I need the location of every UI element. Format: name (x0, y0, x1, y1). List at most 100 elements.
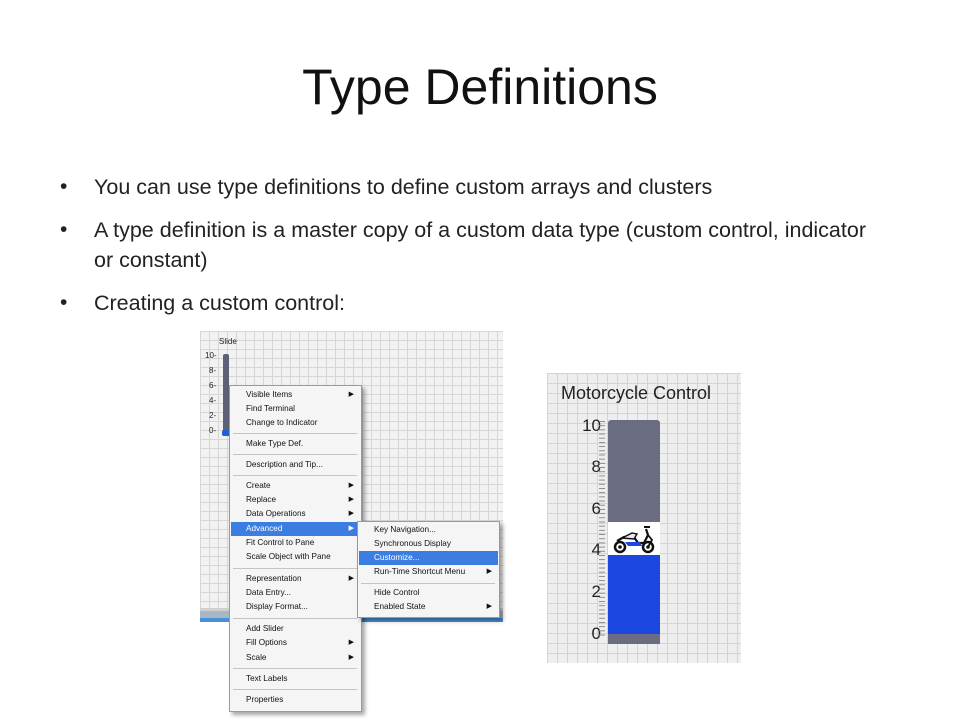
menu-item-label: Representation (246, 574, 302, 583)
submenu-item-label: Hide Control (374, 588, 420, 597)
menu-item-label: Change to Indicator (246, 418, 318, 427)
menu-item-create[interactable]: Create ▶ (231, 479, 360, 493)
menu-item-label: Scale Object with Pane (246, 552, 331, 561)
menu-item-label: Visible Items (246, 390, 293, 399)
slide-tick-label: 4- (209, 396, 217, 405)
context-menu: Visible Items ▶ Find Terminal Change to I… (229, 385, 362, 712)
submenu-item-label: Synchronous Display (374, 539, 451, 548)
submenu-arrow-icon: ▶ (348, 496, 354, 503)
bullet-text: Creating a custom control: (94, 291, 345, 315)
menu-item-find-terminal[interactable]: Find Terminal (231, 402, 360, 416)
mc-tick-label: 4 (591, 540, 601, 559)
submenu-item-synchronous-display[interactable]: Synchronous Display (359, 537, 498, 551)
bullet-item: • A type definition is a master copy of a… (58, 215, 878, 275)
submenu-item-run-time-shortcut-menu[interactable]: Run-Time Shortcut Menu ▶ (359, 565, 498, 579)
menu-item-add-slider[interactable]: Add Slider (231, 622, 360, 636)
submenu-arrow-icon: ▶ (348, 482, 354, 489)
mc-tick-label: 2 (591, 582, 601, 601)
mc-slide-fill (608, 554, 660, 634)
slide-title: Type Definitions (302, 59, 658, 115)
menu-item-label: Advanced (246, 524, 283, 533)
mc-tick-label: 6 (591, 499, 601, 518)
motorcycle-control-screenshot: Motorcycle Control 10 8 6 4 2 0 (547, 373, 741, 663)
bullet-text: A type definition is a master copy of a … (94, 218, 866, 272)
menu-item-label: Scale (246, 653, 267, 662)
menu-item-label: Fill Options (246, 638, 287, 647)
slide-tick-label: 6- (209, 381, 217, 390)
menu-item-label: Create (246, 481, 271, 490)
bullet-dot-icon: • (60, 175, 68, 198)
submenu-arrow-icon: ▶ (486, 603, 492, 610)
menu-item-scale-object-with-pane[interactable]: Scale Object with Pane (231, 550, 360, 564)
menu-separator (233, 668, 357, 669)
menu-item-change-to-indicator[interactable]: Change to Indicator (231, 416, 360, 430)
menu-item-scale[interactable]: Scale ▶ (231, 651, 360, 665)
menu-item-label: Description and Tip... (246, 460, 323, 469)
menu-item-advanced[interactable]: Advanced ▶ (231, 522, 360, 536)
submenu-arrow-icon: ▶ (348, 510, 354, 517)
menu-item-data-operations[interactable]: Data Operations ▶ (231, 507, 360, 521)
submenu-item-enabled-state[interactable]: Enabled State ▶ (359, 600, 498, 614)
menu-item-label: Fit Control to Pane (246, 538, 315, 547)
menu-item-representation[interactable]: Representation ▶ (231, 572, 360, 586)
menu-item-label: Properties (246, 695, 284, 704)
menu-item-display-format[interactable]: Display Format... (231, 600, 360, 614)
menu-separator (233, 433, 357, 434)
menu-item-label: Find Terminal (246, 404, 295, 413)
submenu-arrow-icon: ▶ (348, 654, 354, 661)
mc-tick-label: 8 (591, 457, 601, 476)
menu-item-replace[interactable]: Replace ▶ (231, 493, 360, 507)
bullet-item: • Creating a custom control: (58, 288, 878, 318)
menu-item-label: Display Format... (246, 602, 308, 611)
submenu-item-label: Customize... (374, 553, 420, 562)
submenu-item-label: Run-Time Shortcut Menu (374, 567, 466, 576)
submenu-arrow-icon: ▶ (348, 525, 354, 532)
submenu-item-label: Key Navigation... (374, 525, 436, 534)
menu-item-fill-options[interactable]: Fill Options ▶ (231, 636, 360, 650)
submenu-item-hide-control[interactable]: Hide Control (359, 586, 498, 600)
menu-separator (233, 618, 357, 619)
menu-item-label: Replace (246, 495, 277, 504)
menu-item-properties[interactable]: Properties (231, 693, 360, 707)
submenu-arrow-icon: ▶ (348, 391, 354, 398)
motorcycle-icon (613, 526, 655, 554)
motorcycle-control-title: Motorcycle Control (561, 383, 712, 403)
bullet-item: • You can use type definitions to define … (58, 172, 878, 202)
menu-item-fit-control-to-pane[interactable]: Fit Control to Pane (231, 536, 360, 550)
advanced-submenu: Key Navigation... Synchronous Display Cu… (357, 521, 500, 618)
mc-tick-label: 10 (582, 416, 601, 435)
menu-separator (233, 568, 357, 569)
menu-separator (233, 689, 357, 690)
menu-item-text-labels[interactable]: Text Labels (231, 672, 360, 686)
menu-item-visible-items[interactable]: Visible Items ▶ (231, 388, 360, 402)
mc-tick-label: 0 (591, 624, 601, 643)
submenu-item-label: Enabled State (374, 602, 426, 611)
menu-separator (361, 583, 495, 584)
submenu-item-key-navigation[interactable]: Key Navigation... (359, 523, 498, 537)
slide-tick-label: 10- (205, 351, 217, 360)
submenu-arrow-icon: ▶ (348, 575, 354, 582)
bullet-dot-icon: • (60, 291, 68, 314)
menu-item-make-type-def[interactable]: Make Type Def. (231, 437, 360, 451)
menu-item-label: Data Entry... (246, 588, 291, 597)
slide-tick-label: 2- (209, 411, 217, 420)
bullet-list: • You can use type definitions to define … (58, 172, 878, 331)
submenu-arrow-icon: ▶ (486, 568, 492, 575)
menu-item-description-and-tip[interactable]: Description and Tip... (231, 458, 360, 472)
bullet-dot-icon: • (60, 218, 68, 241)
slide-tick-label: 8- (209, 366, 217, 375)
submenu-arrow-icon: ▶ (348, 639, 354, 646)
bullet-text: You can use type definitions to define c… (94, 175, 713, 199)
slide-control-label: Slide (219, 337, 237, 346)
menu-separator (233, 454, 357, 455)
menu-item-label: Add Slider (246, 624, 284, 633)
menu-item-label: Data Operations (246, 509, 306, 518)
submenu-item-customize[interactable]: Customize... (359, 551, 498, 565)
mc-slide-base (608, 634, 660, 644)
menu-item-label: Text Labels (246, 674, 288, 683)
slide-tick-label: 0- (209, 426, 217, 435)
mc-slide-thumb[interactable] (608, 522, 660, 555)
menu-item-data-entry[interactable]: Data Entry... (231, 586, 360, 600)
menu-separator (233, 475, 357, 476)
mc-scale-ruler (599, 421, 605, 637)
